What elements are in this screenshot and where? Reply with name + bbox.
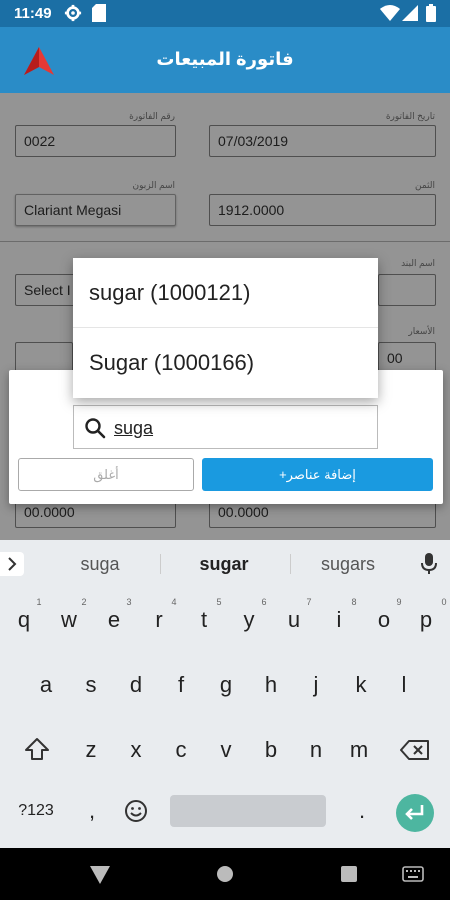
key-number-hint: 6 [261, 597, 267, 607]
battery-icon [426, 4, 436, 26]
item-search-input[interactable]: suga [73, 405, 378, 449]
suggestion-divider [290, 554, 291, 574]
key-y[interactable]: y [229, 607, 269, 633]
settings-icon [64, 4, 82, 26]
dropdown-item-sugar-1000166[interactable]: Sugar (1000166) [73, 328, 378, 398]
add-items-button[interactable]: +إضافة عناصر [202, 458, 433, 491]
enter-icon [405, 805, 424, 820]
key-s[interactable]: s [71, 672, 111, 698]
key-w[interactable]: w [49, 607, 89, 633]
key-number-hint: 5 [216, 597, 222, 607]
navigation-bar [0, 848, 450, 900]
search-icon [84, 417, 106, 444]
key-h[interactable]: h [251, 672, 291, 698]
key-e[interactable]: e [94, 607, 134, 633]
key-comma[interactable]: , [72, 798, 112, 824]
key-n[interactable]: n [296, 737, 336, 763]
suggestion-divider [160, 554, 161, 574]
key-z[interactable]: z [71, 737, 111, 763]
home-icon[interactable] [216, 865, 234, 888]
key-number-hint: 8 [351, 597, 357, 607]
search-input-value: suga [114, 418, 154, 438]
key-number-hint: 4 [171, 597, 177, 607]
close-button[interactable]: أغلق [18, 458, 194, 491]
status-time: 11:49 [14, 5, 52, 22]
key-d[interactable]: d [116, 672, 156, 698]
signal-icon [402, 4, 418, 26]
dropdown-item-sugar-1000121[interactable]: sugar (1000121) [73, 258, 378, 328]
key-v[interactable]: v [206, 737, 246, 763]
microphone-icon[interactable] [420, 553, 438, 580]
app-bar: فاتورة المبيعات [0, 27, 450, 93]
key-c[interactable]: c [161, 737, 201, 763]
chevron-right-icon[interactable] [0, 552, 24, 576]
key-period[interactable]: . [342, 798, 382, 824]
search-results-dropdown: sugar (1000121) Sugar (1000166) [73, 258, 378, 398]
symbols-key[interactable]: ?123 [14, 802, 58, 820]
key-l[interactable]: l [384, 672, 424, 698]
key-f[interactable]: f [161, 672, 201, 698]
key-o[interactable]: o [364, 607, 404, 633]
soft-keyboard: suga sugar sugars 1 2 3 4 5 6 7 8 9 0 q … [0, 540, 450, 848]
suggestion-item[interactable]: suga [50, 554, 150, 575]
key-number-hint: 2 [81, 597, 87, 607]
enter-key[interactable] [396, 794, 434, 832]
key-x[interactable]: x [116, 737, 156, 763]
key-m[interactable]: m [339, 737, 379, 763]
key-r[interactable]: r [139, 607, 179, 633]
keyboard-switch-icon[interactable] [402, 866, 424, 887]
key-q[interactable]: q [4, 607, 44, 633]
key-g[interactable]: g [206, 672, 246, 698]
key-i[interactable]: i [319, 607, 359, 633]
key-number-hint: 9 [396, 597, 402, 607]
status-bar: 11:49 [0, 0, 450, 27]
wifi-icon [380, 4, 400, 26]
backspace-icon[interactable] [400, 739, 430, 766]
key-number-hint: 7 [306, 597, 312, 607]
recents-icon[interactable] [341, 866, 357, 887]
suggestion-bar: suga sugar sugars [0, 540, 450, 588]
page-title: فاتورة المبيعات [156, 49, 294, 69]
key-b[interactable]: b [251, 737, 291, 763]
sd-card-icon [92, 4, 106, 26]
space-key[interactable] [170, 795, 326, 827]
key-a[interactable]: a [26, 672, 66, 698]
key-number-hint: 0 [441, 597, 447, 607]
key-k[interactable]: k [341, 672, 381, 698]
shift-icon[interactable] [24, 737, 50, 766]
key-number-hint: 3 [126, 597, 132, 607]
back-icon[interactable] [90, 866, 110, 889]
key-number-hint: 1 [36, 597, 42, 607]
key-u[interactable]: u [274, 607, 314, 633]
suggestion-item[interactable]: sugar [174, 554, 274, 575]
emoji-icon[interactable] [124, 799, 148, 828]
key-p[interactable]: p [406, 607, 446, 633]
suggestion-item[interactable]: sugars [298, 554, 398, 575]
key-t[interactable]: t [184, 607, 224, 633]
key-j[interactable]: j [296, 672, 336, 698]
